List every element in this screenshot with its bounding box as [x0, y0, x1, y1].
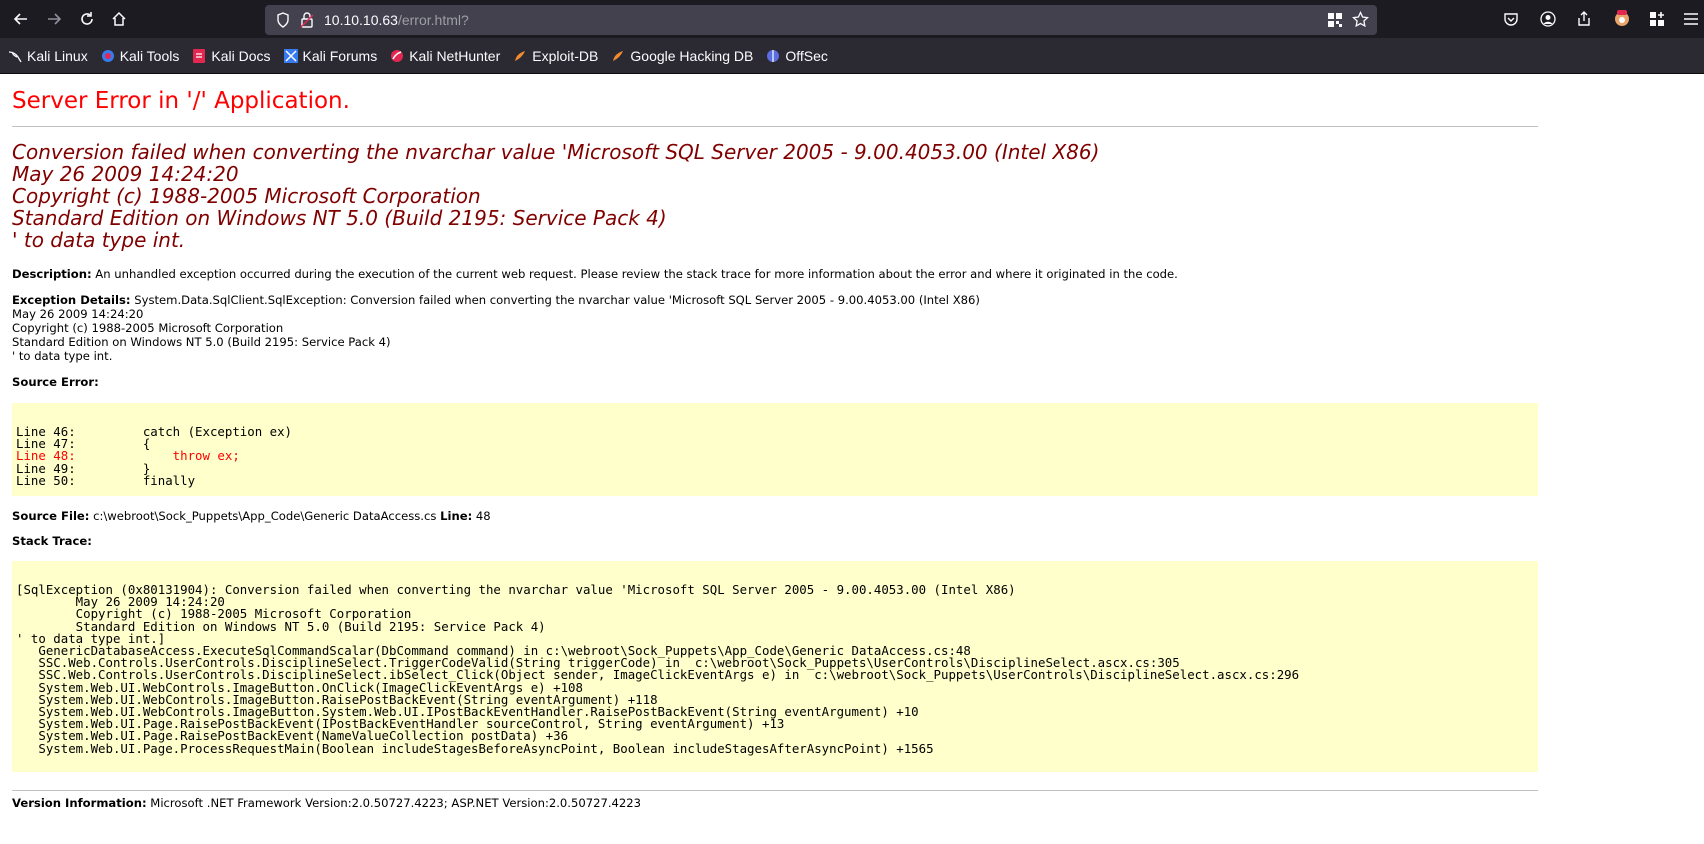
bookmark-label: Kali Forums [302, 47, 378, 64]
version-information: Version Information: Microsoft .NET Fram… [12, 796, 1692, 810]
source-line-highlighted: Line 48: throw ex; [16, 448, 240, 464]
exception-line: May 26 2009 14:24:20 [12, 307, 144, 321]
bookmark-kali-forums[interactable]: Kali Forums [283, 47, 378, 64]
source-error-heading: Source Error: [12, 375, 1692, 389]
forward-icon[interactable] [43, 8, 65, 30]
exception-line: Standard Edition on Windows NT 5.0 (Buil… [12, 335, 391, 349]
error-heading-line: Conversion failed when converting the nv… [12, 140, 1100, 164]
error-heading-line: Copyright (c) 1988-2005 Microsoft Corpor… [12, 184, 481, 208]
kali-dragon-icon [8, 49, 22, 63]
bookmark-label: Google Hacking DB [630, 47, 754, 64]
lock-insecure-icon[interactable] [300, 12, 314, 28]
account-icon[interactable] [1540, 11, 1556, 27]
bookmark-kali-docs[interactable]: Kali Docs [192, 47, 271, 64]
bookmark-google-hacking-db[interactable]: Google Hacking DB [611, 48, 753, 64]
kali-forums-icon [283, 48, 298, 63]
bookmark-label: Kali Linux [27, 47, 88, 64]
bookmark-label: Kali NetHunter [409, 47, 501, 64]
url-host: 10.10.10.63 [324, 12, 398, 28]
source-file-label: Source File: [12, 509, 90, 523]
back-icon[interactable] [10, 8, 32, 30]
version-text: Microsoft .NET Framework Version:2.0.507… [146, 796, 642, 810]
error-heading-line: ' to data type int. [12, 228, 186, 252]
stack-trace-box: [SqlException (0x80131904): Conversion f… [12, 561, 1538, 772]
error-page: Server Error in '/' Application. Convers… [0, 86, 1704, 810]
bookmark-kali-nethunter[interactable]: Kali NetHunter [390, 48, 500, 64]
browser-toolbar: 10.10.10.63/error.html? [0, 0, 1704, 38]
bookmark-kali-linux[interactable]: Kali Linux [8, 48, 88, 64]
kali-tools-icon [101, 49, 115, 63]
qr-icon[interactable] [1327, 12, 1343, 28]
version-divider [12, 790, 1538, 791]
error-heading: Conversion failed when converting the nv… [12, 141, 1692, 251]
exception-line: ' to data type int. [12, 349, 113, 363]
title-divider [12, 126, 1538, 127]
source-line: Line 49: } [16, 460, 151, 476]
source-line: Line 47: { [16, 436, 151, 452]
bookmark-label: Kali Docs [211, 47, 271, 64]
line-number: 48 [472, 509, 491, 523]
description: Description: An unhandled exception occu… [12, 267, 1692, 281]
home-icon[interactable] [108, 8, 130, 30]
stack-trace-heading: Stack Trace: [12, 534, 1692, 548]
shield-icon[interactable] [276, 12, 290, 28]
source-file-path: c:\webroot\Sock_Puppets\App_Code\Generic… [89, 509, 441, 523]
source-file: Source File: c:\webroot\Sock_Puppets\App… [12, 509, 1692, 523]
exploit-db-icon [513, 49, 527, 63]
exception-line: Copyright (c) 1988-2005 Microsoft Corpor… [12, 321, 284, 335]
stack-line: Standard Edition on Windows NT 5.0 (Buil… [16, 618, 546, 634]
reload-icon[interactable] [76, 8, 98, 30]
extensions-icon[interactable] [1649, 11, 1665, 27]
error-heading-line: May 26 2009 14:24:20 [12, 162, 239, 186]
share-icon[interactable] [1576, 11, 1592, 27]
exception-line: System.Data.SqlClient.SqlException: Conv… [130, 293, 980, 307]
error-heading-line: Standard Edition on Windows NT 5.0 (Buil… [12, 206, 667, 230]
menu-icon[interactable] [1684, 12, 1698, 26]
kali-nethunter-icon [390, 49, 404, 63]
bookmark-star-icon[interactable] [1352, 11, 1369, 28]
pocket-icon[interactable] [1503, 11, 1519, 27]
bookmark-exploit-db[interactable]: Exploit-DB [513, 48, 598, 64]
source-line: Line 50: finally [16, 472, 196, 488]
url-bar[interactable]: 10.10.10.63/error.html? [265, 5, 1377, 35]
bookmark-label: Exploit-DB [532, 47, 599, 64]
exception-details: Exception Details: System.Data.SqlClient… [12, 293, 1692, 363]
description-text: An unhandled exception occurred during t… [91, 267, 1178, 281]
stack-line: System.Web.UI.Page.ProcessRequestMain(Bo… [16, 740, 934, 756]
ghdb-icon [611, 49, 625, 63]
kali-docs-icon [192, 48, 206, 63]
source-line: Line 46: catch (Exception ex) [16, 424, 293, 439]
stack-line: [SqlException (0x80131904): Conversion f… [16, 582, 1016, 597]
bookmark-offsec[interactable]: OffSec [766, 48, 828, 64]
bookmarks-bar: Kali Linux Kali Tools Kali Docs Kali For… [0, 38, 1704, 74]
extension-icon[interactable] [1612, 8, 1632, 28]
bookmark-label: OffSec [785, 47, 828, 64]
description-label: Description: [12, 267, 92, 281]
exception-label: Exception Details: [12, 293, 131, 307]
url-path: /error.html? [397, 12, 469, 28]
bookmark-kali-tools[interactable]: Kali Tools [101, 47, 180, 64]
line-label: Line: [440, 509, 473, 523]
page-title: Server Error in '/' Application. [12, 88, 350, 114]
bookmark-label: Kali Tools [119, 47, 180, 64]
source-code-box: Line 46: catch (Exception ex) Line 47: {… [12, 403, 1538, 496]
version-label: Version Information: [12, 796, 147, 810]
offsec-icon [766, 49, 780, 63]
stack-trace-label: Stack Trace: [12, 534, 92, 548]
source-error-label: Source Error: [12, 375, 99, 389]
